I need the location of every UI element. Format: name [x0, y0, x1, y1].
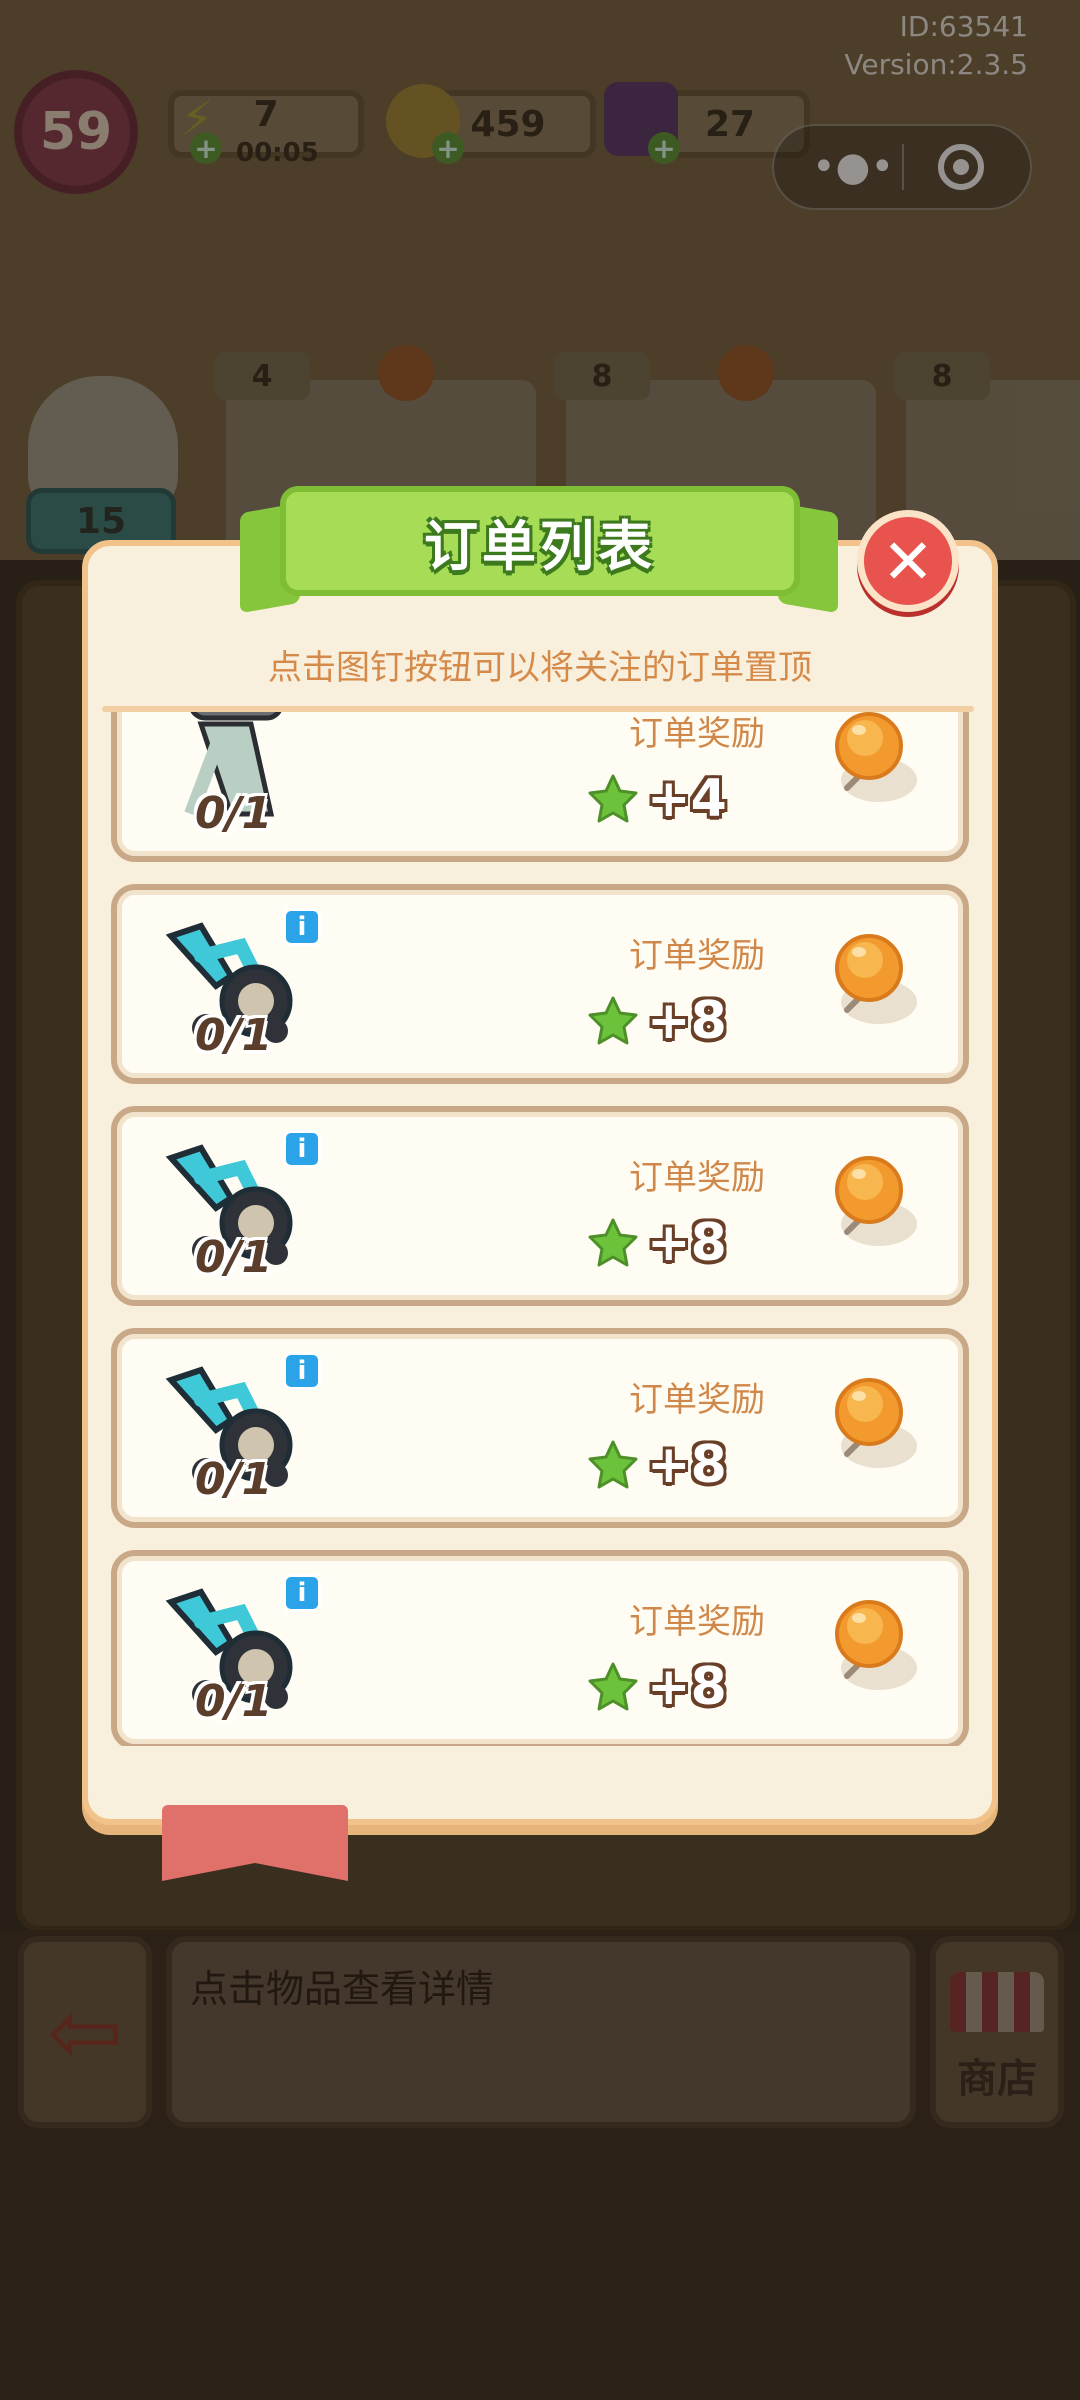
- order-card[interactable]: 0/1 订单奖励 +4: [111, 712, 969, 862]
- pin-button[interactable]: [817, 712, 927, 812]
- pin-button[interactable]: [817, 924, 927, 1034]
- game-screen: 59 7 00:05 ⚡ + 459 + 27 + ID:63541 Versi…: [0, 0, 1080, 2400]
- reward-value: +4: [647, 769, 727, 829]
- order-progress: 0/1: [195, 1454, 273, 1505]
- order-card[interactable]: i 0/1 订单奖励 +8: [111, 1328, 969, 1528]
- reward-label: 订单奖励: [629, 1380, 765, 1420]
- pin-button[interactable]: [817, 1146, 927, 1256]
- close-x-icon: ✕: [882, 524, 934, 598]
- modal-title-banner: 订单列表: [280, 486, 800, 596]
- info-icon[interactable]: i: [283, 1352, 321, 1390]
- order-card[interactable]: i 0/1 订单奖励 +8: [111, 884, 969, 1084]
- reward-label: 订单奖励: [629, 1158, 765, 1198]
- order-list[interactable]: 0/1 订单奖励 +4 i 0/1 订单奖励 +8 i 0/1 订单奖励 +8: [105, 712, 975, 1746]
- info-icon[interactable]: i: [283, 908, 321, 946]
- order-progress: 0/1: [195, 1010, 273, 1061]
- star-icon: [587, 773, 639, 825]
- bookmark-tab: [162, 1805, 348, 1881]
- order-progress: 0/1: [195, 1232, 273, 1283]
- order-progress: 0/1: [195, 1676, 273, 1727]
- reward-row: +8: [587, 1652, 827, 1722]
- pin-button[interactable]: [817, 1368, 927, 1478]
- star-icon: [587, 1217, 639, 1269]
- reward-row: +4: [587, 764, 827, 834]
- star-icon: [587, 1439, 639, 1491]
- reward-row: +8: [587, 1208, 827, 1278]
- reward-label: 订单奖励: [629, 714, 765, 754]
- order-card[interactable]: i 0/1 订单奖励 +8: [111, 1550, 969, 1746]
- reward-value: +8: [647, 991, 727, 1051]
- reward-value: +8: [647, 1213, 727, 1273]
- reward-label: 订单奖励: [629, 936, 765, 976]
- reward-value: +8: [647, 1435, 727, 1495]
- close-button[interactable]: ✕: [857, 510, 959, 612]
- pin-button[interactable]: [817, 1590, 927, 1700]
- reward-row: +8: [587, 986, 827, 1056]
- order-progress: 0/1: [195, 788, 273, 839]
- star-icon: [587, 995, 639, 1047]
- info-icon[interactable]: i: [283, 1574, 321, 1612]
- modal-title: 订单列表: [424, 514, 656, 578]
- order-card[interactable]: i 0/1 订单奖励 +8: [111, 1106, 969, 1306]
- reward-label: 订单奖励: [629, 1602, 765, 1642]
- modal-subtitle: 点击图钉按钮可以将关注的订单置顶: [268, 648, 812, 688]
- star-icon: [587, 1661, 639, 1713]
- reward-row: +8: [587, 1430, 827, 1500]
- info-icon[interactable]: i: [283, 1130, 321, 1168]
- reward-value: +8: [647, 1657, 727, 1717]
